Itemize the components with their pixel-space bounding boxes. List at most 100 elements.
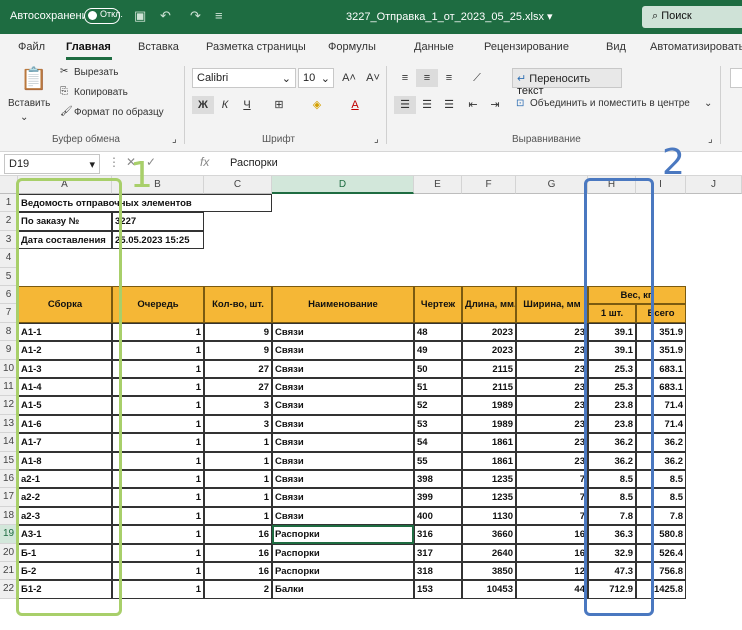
italic-icon[interactable]: К: [214, 96, 236, 114]
table-cell[interactable]: Связи: [272, 322, 414, 342]
table-cell[interactable]: Связи: [272, 396, 414, 415]
table-cell[interactable]: 1: [112, 322, 204, 342]
table-cell[interactable]: 2023: [462, 322, 516, 342]
header-width[interactable]: Ширина, мм: [516, 286, 588, 323]
table-cell[interactable]: 3: [204, 396, 272, 415]
decrease-font-icon[interactable]: A˅: [362, 69, 384, 87]
column-header-j[interactable]: J: [686, 176, 742, 194]
increase-indent-icon[interactable]: ⇥: [484, 96, 506, 114]
align-middle-icon[interactable]: ≡: [416, 69, 438, 87]
table-cell[interactable]: 1235: [462, 470, 516, 489]
order-value[interactable]: 3227: [112, 212, 204, 231]
chevron-down-icon[interactable]: ⌄: [704, 98, 712, 109]
table-cell[interactable]: 1: [112, 506, 204, 526]
table-cell[interactable]: Связи: [272, 341, 414, 360]
column-header-b[interactable]: B: [112, 176, 204, 194]
table-cell[interactable]: 7: [516, 488, 588, 507]
tab-file[interactable]: Файл: [18, 41, 45, 53]
table-cell[interactable]: Связи: [272, 433, 414, 452]
table-cell[interactable]: 318: [414, 562, 462, 581]
table-cell[interactable]: 23: [516, 322, 588, 342]
table-cell[interactable]: 399: [414, 488, 462, 507]
header-qty[interactable]: Кол-во, шт.: [204, 286, 272, 323]
align-center-icon[interactable]: ☰: [416, 96, 438, 114]
alignment-launcher-icon[interactable]: ⌟: [708, 134, 713, 145]
paste-icon[interactable]: 📋: [20, 66, 47, 92]
table-cell[interactable]: 23: [516, 396, 588, 415]
header-name[interactable]: Наименование: [272, 286, 414, 323]
tab-automate[interactable]: Автоматизировать: [650, 41, 742, 53]
tab-page-layout[interactable]: Разметка страницы: [206, 41, 306, 53]
tab-review[interactable]: Рецензирование: [484, 41, 569, 53]
table-cell[interactable]: 1989: [462, 396, 516, 415]
table-cell[interactable]: 2640: [462, 543, 516, 562]
table-cell[interactable]: 3: [204, 414, 272, 434]
merge-center-button[interactable]: Объединить и поместить в центре: [530, 98, 690, 109]
table-cell[interactable]: 1130: [462, 506, 516, 526]
table-cell[interactable]: 1: [112, 488, 204, 507]
function-icon[interactable]: fx: [200, 155, 209, 169]
table-cell[interactable]: Связи: [272, 488, 414, 507]
save-icon[interactable]: ▣: [134, 8, 146, 24]
increase-font-icon[interactable]: A˄: [338, 69, 360, 87]
column-header-f[interactable]: F: [462, 176, 516, 194]
header-length[interactable]: Длина, мм.: [462, 286, 516, 323]
table-cell[interactable]: 44: [516, 580, 588, 599]
autosave-toggle[interactable]: Откл.: [84, 8, 123, 24]
bold-icon[interactable]: Ж: [192, 96, 214, 114]
table-cell[interactable]: 1: [112, 433, 204, 452]
table-cell[interactable]: Связи: [272, 359, 414, 378]
table-cell[interactable]: 51: [414, 378, 462, 397]
column-header-c[interactable]: C: [204, 176, 272, 194]
redo-icon[interactable]: ↷: [190, 8, 201, 24]
table-cell[interactable]: 153: [414, 580, 462, 599]
tab-formulas[interactable]: Формулы: [328, 41, 376, 53]
column-header-g[interactable]: G: [516, 176, 588, 194]
table-cell[interactable]: 317: [414, 543, 462, 562]
table-cell[interactable]: 16: [204, 562, 272, 581]
format-painter-icon[interactable]: 🖌: [60, 106, 73, 117]
date-value[interactable]: 25.05.2023 15:25: [112, 230, 204, 250]
table-cell[interactable]: 49: [414, 341, 462, 360]
column-header-d[interactable]: D: [272, 176, 414, 194]
table-cell[interactable]: 400: [414, 506, 462, 526]
header-queue[interactable]: Очередь: [112, 286, 204, 323]
table-cell[interactable]: 16: [204, 543, 272, 562]
align-left-icon[interactable]: ☰: [394, 96, 416, 114]
search-box[interactable]: ⌕ Поиск: [642, 6, 742, 28]
format-painter-button[interactable]: Формат по образцу: [74, 107, 164, 118]
table-cell[interactable]: 23: [516, 414, 588, 434]
orientation-icon[interactable]: ⟋: [466, 69, 488, 87]
fill-color-icon[interactable]: ◈: [306, 96, 328, 114]
tab-view[interactable]: Вид: [606, 41, 626, 53]
copy-button[interactable]: Копировать: [74, 87, 128, 98]
align-right-icon[interactable]: ☰: [438, 96, 460, 114]
header-drawing[interactable]: Чертеж: [414, 286, 462, 323]
font-name-select[interactable]: Calibri ⌄: [192, 68, 296, 88]
table-cell[interactable]: 7: [516, 470, 588, 489]
table-cell[interactable]: Связи: [272, 506, 414, 526]
table-cell[interactable]: 398: [414, 470, 462, 489]
table-cell[interactable]: 1: [112, 396, 204, 415]
clipboard-launcher-icon[interactable]: ⌟: [172, 134, 177, 145]
table-cell[interactable]: 1: [112, 378, 204, 397]
table-cell[interactable]: 1: [112, 451, 204, 470]
wrap-text-button[interactable]: ↵ Переносить текст: [512, 68, 622, 97]
table-cell[interactable]: 1989: [462, 414, 516, 434]
column-header-e[interactable]: E: [414, 176, 462, 194]
paste-dropdown-icon[interactable]: ⌄: [20, 112, 28, 123]
table-cell[interactable]: 52: [414, 396, 462, 415]
formula-input[interactable]: Распорки: [230, 157, 278, 169]
name-box[interactable]: D19 ▾: [4, 154, 100, 174]
undo-icon[interactable]: ↶: [160, 8, 171, 24]
cut-icon[interactable]: ✂: [60, 66, 68, 77]
table-cell[interactable]: 1: [112, 543, 204, 562]
table-cell[interactable]: Распорки: [272, 543, 414, 562]
underline-icon[interactable]: Ч: [236, 96, 258, 114]
merge-icon[interactable]: ⊡: [516, 98, 524, 109]
table-cell[interactable]: 9: [204, 322, 272, 342]
table-cell[interactable]: 53: [414, 414, 462, 434]
table-cell[interactable]: 1861: [462, 433, 516, 452]
table-cell[interactable]: 1: [112, 525, 204, 544]
table-cell[interactable]: 54: [414, 433, 462, 452]
